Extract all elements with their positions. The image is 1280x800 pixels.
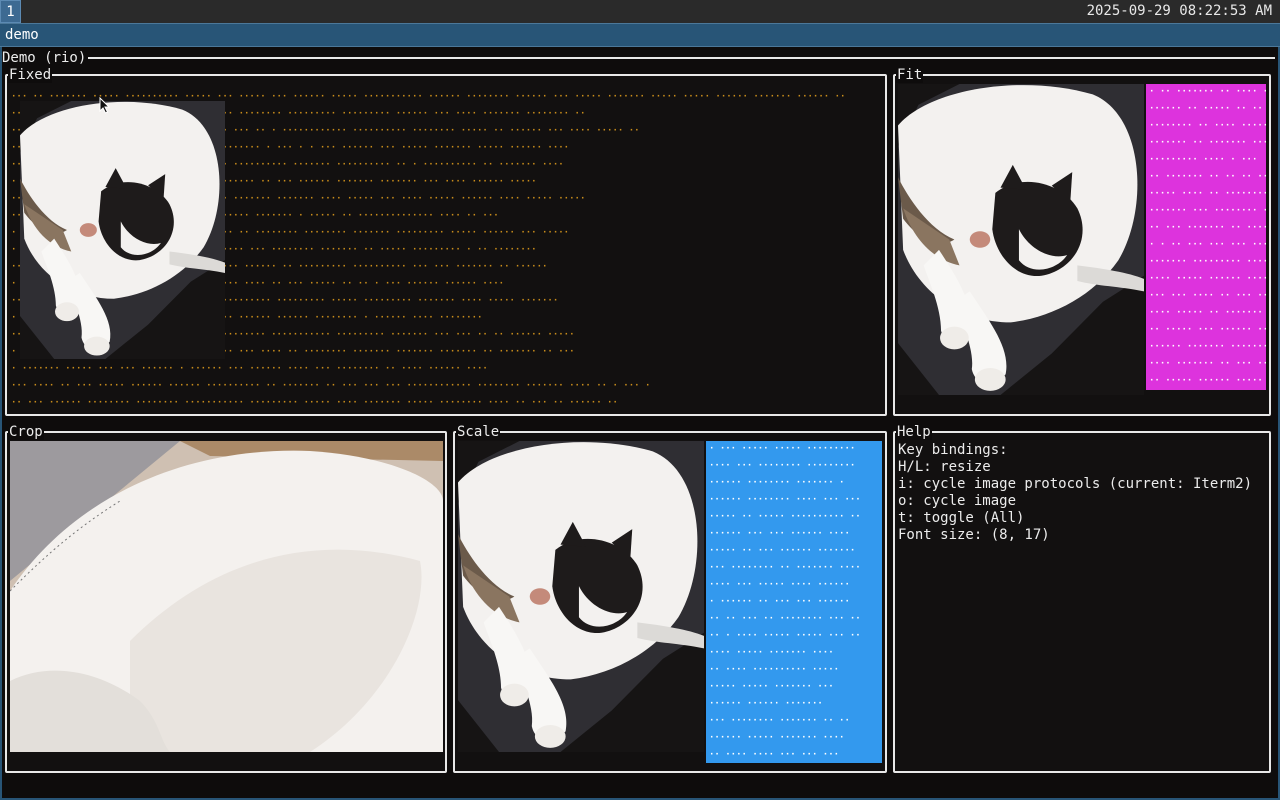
app-border [2, 57, 1275, 59]
pane-fit: · ·· ······· ·· ···· · ······ ·· ····· ·… [893, 74, 1271, 416]
workspace-button[interactable]: 1 [0, 0, 21, 23]
fit-dotted-block: · ·· ······· ·· ···· · ······ ·· ····· ·… [1146, 84, 1266, 390]
pane-title-crop: Crop [8, 424, 44, 440]
help-line-1: Key bindings: [898, 442, 1008, 458]
window-titlebar[interactable]: demo [0, 23, 1280, 47]
clock: 2025-09-29 08:22:53 AM [1086, 3, 1272, 19]
taskbar: 1 2025-09-29 08:22:53 AM [0, 0, 1280, 23]
help-line-5: t: toggle (All) [898, 510, 1025, 526]
fit-cat-image [898, 84, 1144, 395]
pane-title-help: Help [896, 424, 932, 440]
pane-title-scale: Scale [456, 424, 501, 440]
help-line-4: o: cycle image [898, 493, 1017, 509]
pane-title-fixed: Fixed [8, 67, 53, 83]
scale-cat-image [458, 441, 704, 752]
app-title: Demo (rio) [2, 50, 89, 67]
crop-cat-image [10, 441, 443, 752]
pane-fixed: ··· ·· ······· ····· ·········· ····· ··… [5, 74, 887, 416]
help-line-2: H/L: resize [898, 459, 991, 475]
pane-crop [5, 431, 447, 773]
scale-dotted-block: · ··· ····· ····· ········· ···· ··· ···… [706, 441, 882, 763]
fixed-cat-image [20, 101, 225, 359]
pane-title-fit: Fit [896, 67, 924, 83]
help-line-6: Font size: (8, 17) [898, 527, 1050, 543]
pane-scale: · ··· ····· ····· ········· ···· ··· ···… [453, 431, 887, 773]
help-line-3: i: cycle image protocols (current: Iterm… [898, 476, 1253, 492]
